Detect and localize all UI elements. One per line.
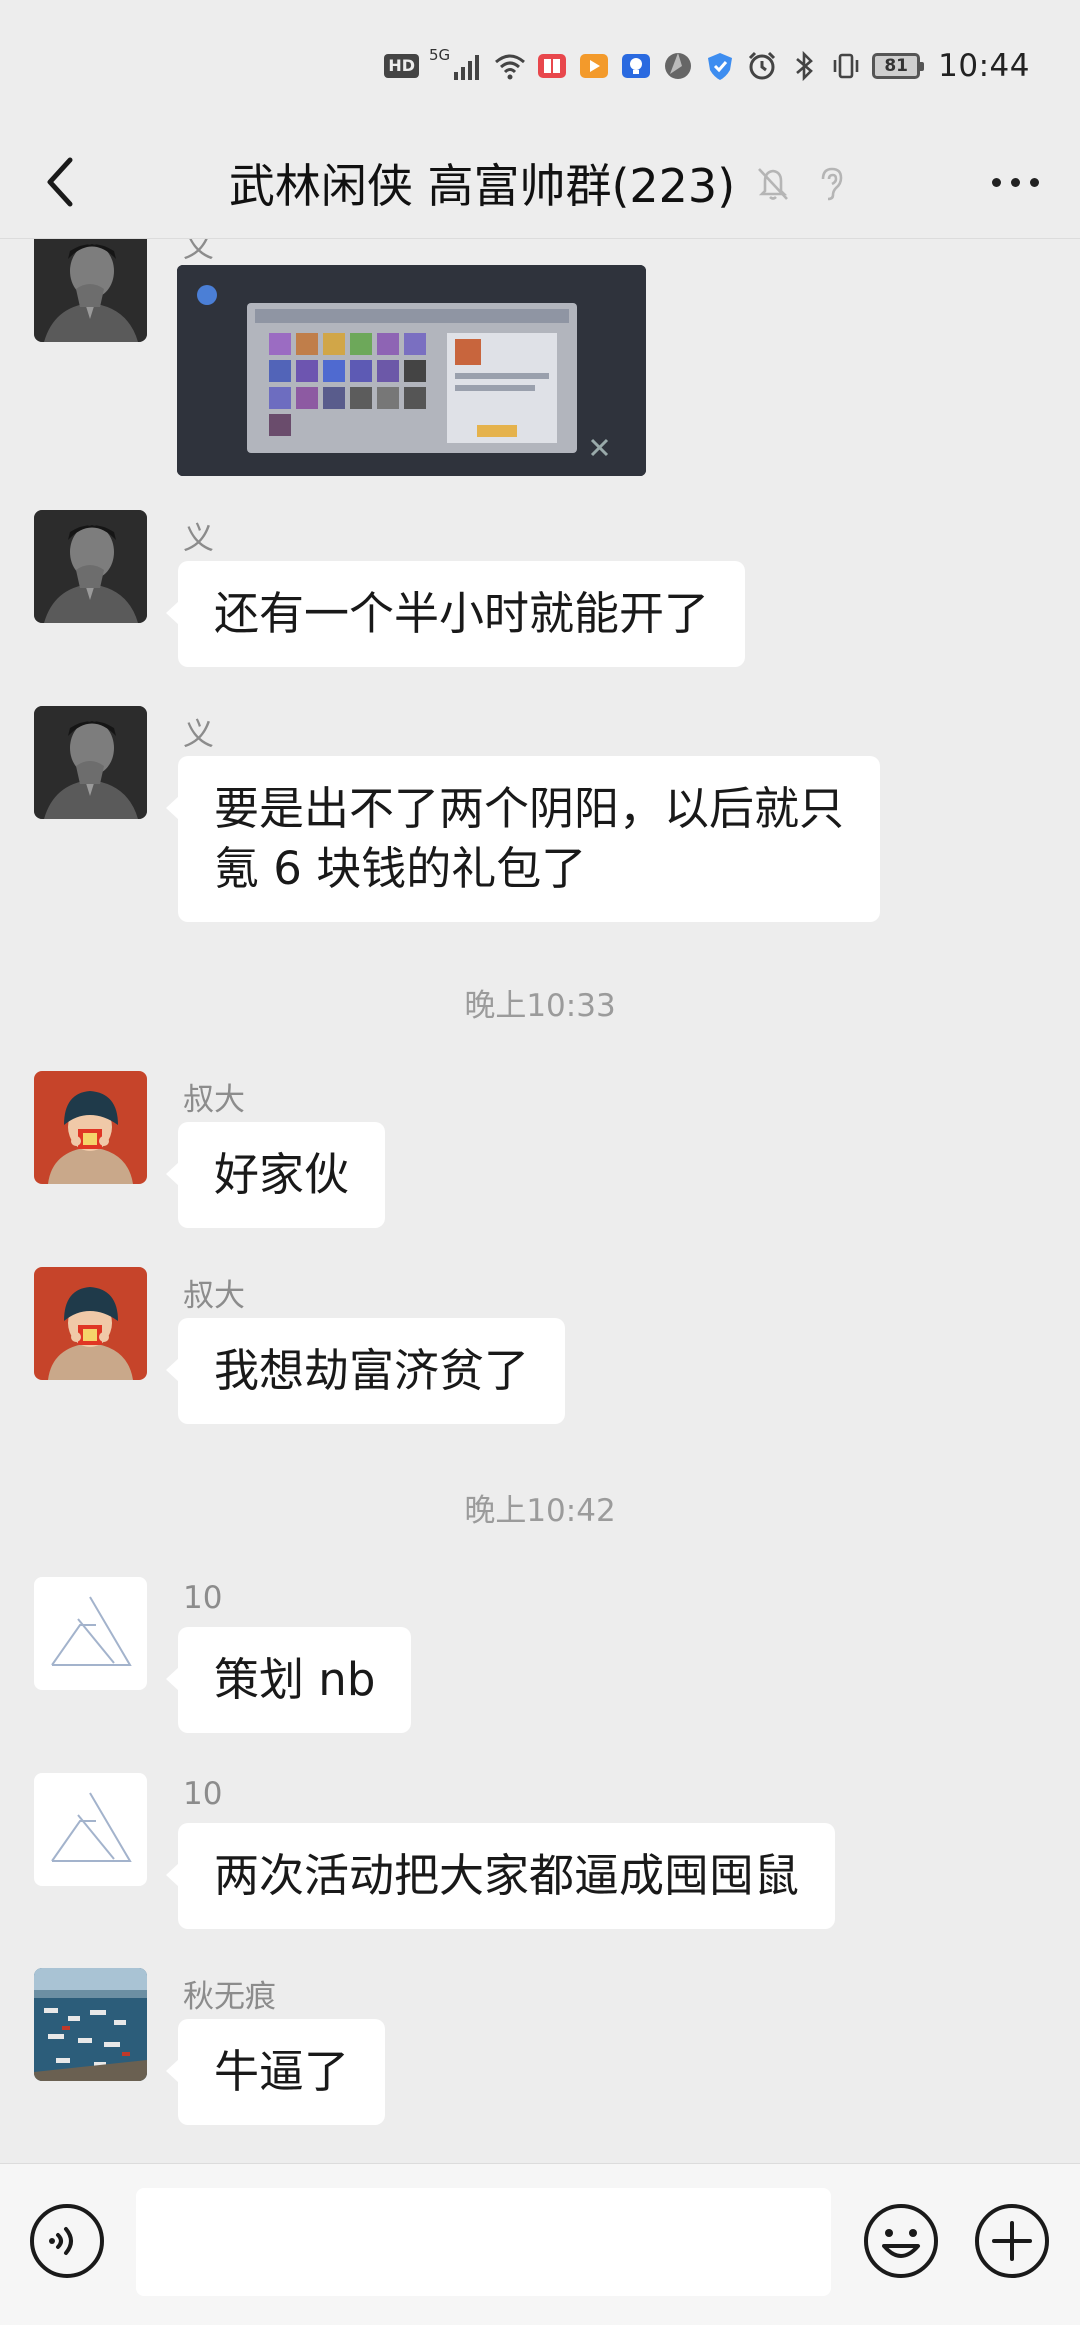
video-app-icon — [578, 50, 610, 82]
avatar[interactable] — [34, 1577, 147, 1690]
chat-title-group: 武林闲侠 高富帅群(223) — [0, 128, 1080, 238]
sender-name: 叔大 — [183, 1278, 245, 1314]
plus-icon — [975, 2204, 1049, 2278]
triangle-logo-avatar — [34, 1773, 147, 1886]
sender-name: 10 — [183, 1776, 223, 1812]
more-dots-icon — [1029, 177, 1039, 187]
wifi-icon — [494, 50, 526, 82]
sender-name: 秋无痕 — [183, 1979, 276, 2015]
avatar[interactable] — [34, 510, 147, 623]
status-bar: HD 5G 81 10:44 — [0, 0, 1080, 128]
sender-name: 叔大 — [183, 1082, 245, 1118]
avatar[interactable] — [34, 1773, 147, 1886]
status-time: 10:44 — [938, 48, 1030, 84]
hd-icon: HD — [384, 54, 419, 78]
man-portrait-avatar — [34, 239, 147, 342]
message-bubble[interactable]: 我想劫富济贫了 — [165, 1318, 566, 1424]
message-bubble[interactable]: 牛逼了 — [165, 2019, 386, 2125]
message-input[interactable] — [136, 2188, 831, 2296]
network-type-label: 5G — [428, 46, 451, 64]
image-message-thumbnail[interactable] — [177, 265, 646, 476]
emoji-icon — [864, 2204, 938, 2278]
man-portrait-avatar — [34, 706, 147, 819]
aperture-app-icon — [662, 50, 694, 82]
message-list[interactable]: 义 义 还有一个半小时就能开了 义 要是出不了两个阴阳，以后就只 氪 6 块钱的… — [0, 239, 1080, 2163]
bluetooth-icon — [788, 50, 820, 82]
shield-app-icon — [704, 50, 736, 82]
message-bubble[interactable]: 要是出不了两个阴阳，以后就只 氪 6 块钱的礼包了 — [165, 756, 881, 922]
alarm-icon — [746, 50, 778, 82]
avatar[interactable] — [34, 1071, 147, 1184]
message-bubble[interactable]: 还有一个半小时就能开了 — [165, 561, 746, 667]
sender-name: 义 — [183, 521, 214, 557]
more-options-button[interactable] — [980, 152, 1050, 212]
bell-muted-icon — [753, 163, 793, 203]
avatar[interactable] — [34, 1968, 147, 2081]
man-portrait-avatar — [34, 510, 147, 623]
chat-title: 武林闲侠 高富帅群(223) — [228, 159, 736, 213]
signal-icon — [452, 50, 484, 82]
sender-name: 义 — [183, 239, 214, 265]
book-app-icon — [536, 50, 568, 82]
avatar[interactable] — [34, 239, 147, 342]
ear-icon — [811, 163, 851, 203]
more-dots-icon — [991, 177, 1001, 187]
emoji-button[interactable] — [862, 2202, 940, 2280]
timestamp: 晚上10:33 — [464, 988, 616, 1024]
bulb-app-icon — [620, 50, 652, 82]
battery-icon: 81 — [872, 53, 925, 79]
red-hat-girl-avatar — [34, 1267, 147, 1380]
game-screenshot-image — [177, 265, 646, 476]
input-bar — [0, 2163, 1080, 2325]
voice-button[interactable] — [28, 2202, 106, 2280]
message-bubble[interactable]: 两次活动把大家都逼成囤囤鼠 — [165, 1823, 836, 1929]
sender-name: 10 — [183, 1580, 223, 1616]
avatar[interactable] — [34, 706, 147, 819]
more-functions-button[interactable] — [973, 2202, 1051, 2280]
timestamp: 晚上10:42 — [464, 1493, 616, 1529]
message-bubble[interactable]: 策划 nb — [165, 1627, 412, 1733]
more-dots-icon — [1010, 177, 1020, 187]
chat-header: 武林闲侠 高富帅群(223) — [0, 128, 1080, 239]
message-bubble[interactable]: 好家伙 — [165, 1122, 386, 1228]
status-icons: HD 5G 81 10:44 — [384, 44, 1030, 88]
harbor-photo-avatar — [34, 1968, 147, 2081]
voice-icon — [30, 2204, 104, 2278]
avatar[interactable] — [34, 1267, 147, 1380]
triangle-logo-avatar — [34, 1577, 147, 1690]
sender-name: 义 — [183, 717, 214, 753]
vibrate-icon — [830, 50, 862, 82]
red-hat-girl-avatar — [34, 1071, 147, 1184]
